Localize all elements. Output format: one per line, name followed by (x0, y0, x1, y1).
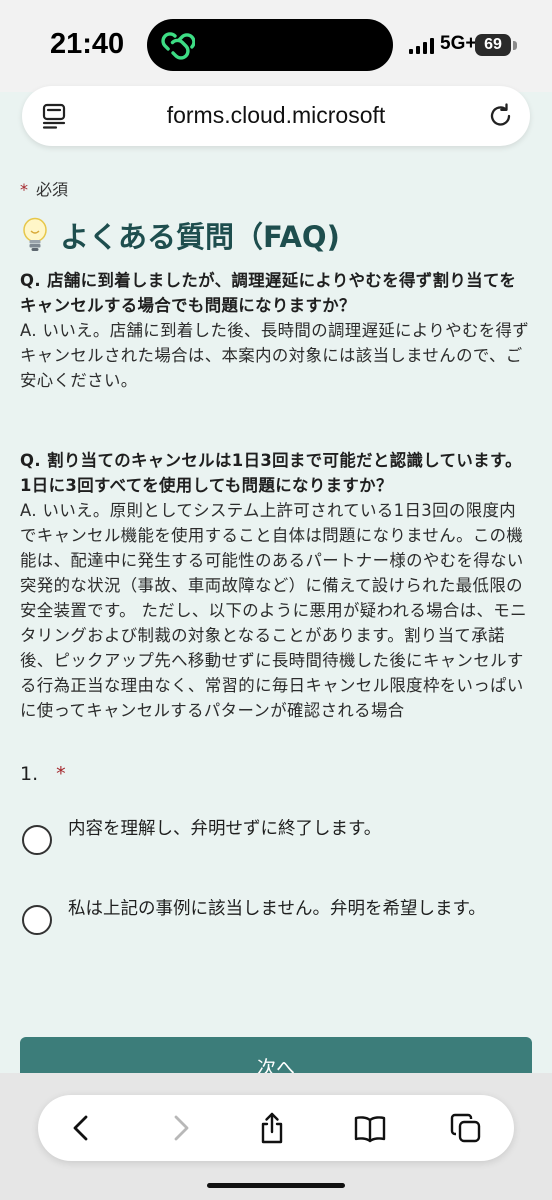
required-star: * (20, 180, 28, 199)
question-number: 1. (20, 763, 39, 785)
link-chain-icon (161, 32, 195, 60)
form-content: * 必須 よくある質問（FAQ) Q. 店舗に到着しましたが、調理遅延によりやむを… (20, 176, 532, 935)
bookmarks-icon[interactable] (354, 1112, 386, 1144)
browser-toolbar (0, 1073, 552, 1200)
toolbar-pill (38, 1095, 514, 1161)
radio-option-label[interactable]: 内容を理解し、弁明せずに終了します。 (68, 813, 498, 845)
faq-title: よくある質問（FAQ) (60, 220, 340, 254)
battery-level: 69 (475, 34, 511, 56)
status-time: 21:40 (50, 28, 125, 60)
faq-question: Q. 店舗に到着しましたが、調理遅延によりやむを得ず割り当てをキャンセルする場合… (20, 271, 517, 315)
battery-cap (513, 41, 517, 50)
network-type: 5G+ (440, 33, 477, 54)
back-icon[interactable] (66, 1112, 98, 1144)
address-bar[interactable]: forms.cloud.microsoft (22, 86, 530, 146)
radio-option-label[interactable]: 私は上記の事例に該当しません。弁明を希望します。 (68, 893, 498, 925)
radio-option[interactable]: 内容を理解し、弁明せずに終了します。 (22, 813, 532, 855)
faq-question: Q. 割り当てのキャンセルは1日3回まで可能だと認識しています。1日に3回すべて… (20, 451, 522, 495)
dynamic-island (147, 19, 393, 71)
status-bar: 21:40 5G+ 69 (0, 0, 552, 92)
forward-icon[interactable] (164, 1112, 196, 1144)
faq-heading: よくある質問（FAQ) (20, 214, 532, 256)
faq-item: Q. 店舗に到着しましたが、調理遅延によりやむを得ず割り当てをキャンセルする場合… (20, 268, 532, 393)
required-label: 必須 (36, 180, 69, 199)
faq-answer: A. いいえ。店舗に到着した後、長時間の調理遅延によりやむを得ずキャンセルされた… (20, 321, 530, 390)
home-indicator (207, 1183, 345, 1188)
url-text[interactable]: forms.cloud.microsoft (22, 102, 530, 129)
tabs-icon[interactable] (450, 1112, 482, 1144)
share-icon[interactable] (256, 1112, 288, 1144)
reload-icon[interactable] (488, 103, 514, 129)
question-title: 1. * (20, 763, 532, 785)
radio-button[interactable] (22, 825, 52, 855)
required-note: * 必須 (20, 176, 532, 200)
faq-answer: A. いいえ。原則としてシステム上許可されている1日3回の限度内でキャンセル機能… (20, 501, 527, 720)
radio-button[interactable] (22, 905, 52, 935)
lightbulb-icon (23, 217, 47, 251)
cellular-signal-icon (409, 38, 434, 54)
question-required-star: * (56, 763, 66, 785)
faq-item: Q. 割り当てのキャンセルは1日3回まで可能だと認識しています。1日に3回すべて… (20, 448, 532, 723)
radio-option[interactable]: 私は上記の事例に該当しません。弁明を希望します。 (22, 893, 532, 935)
